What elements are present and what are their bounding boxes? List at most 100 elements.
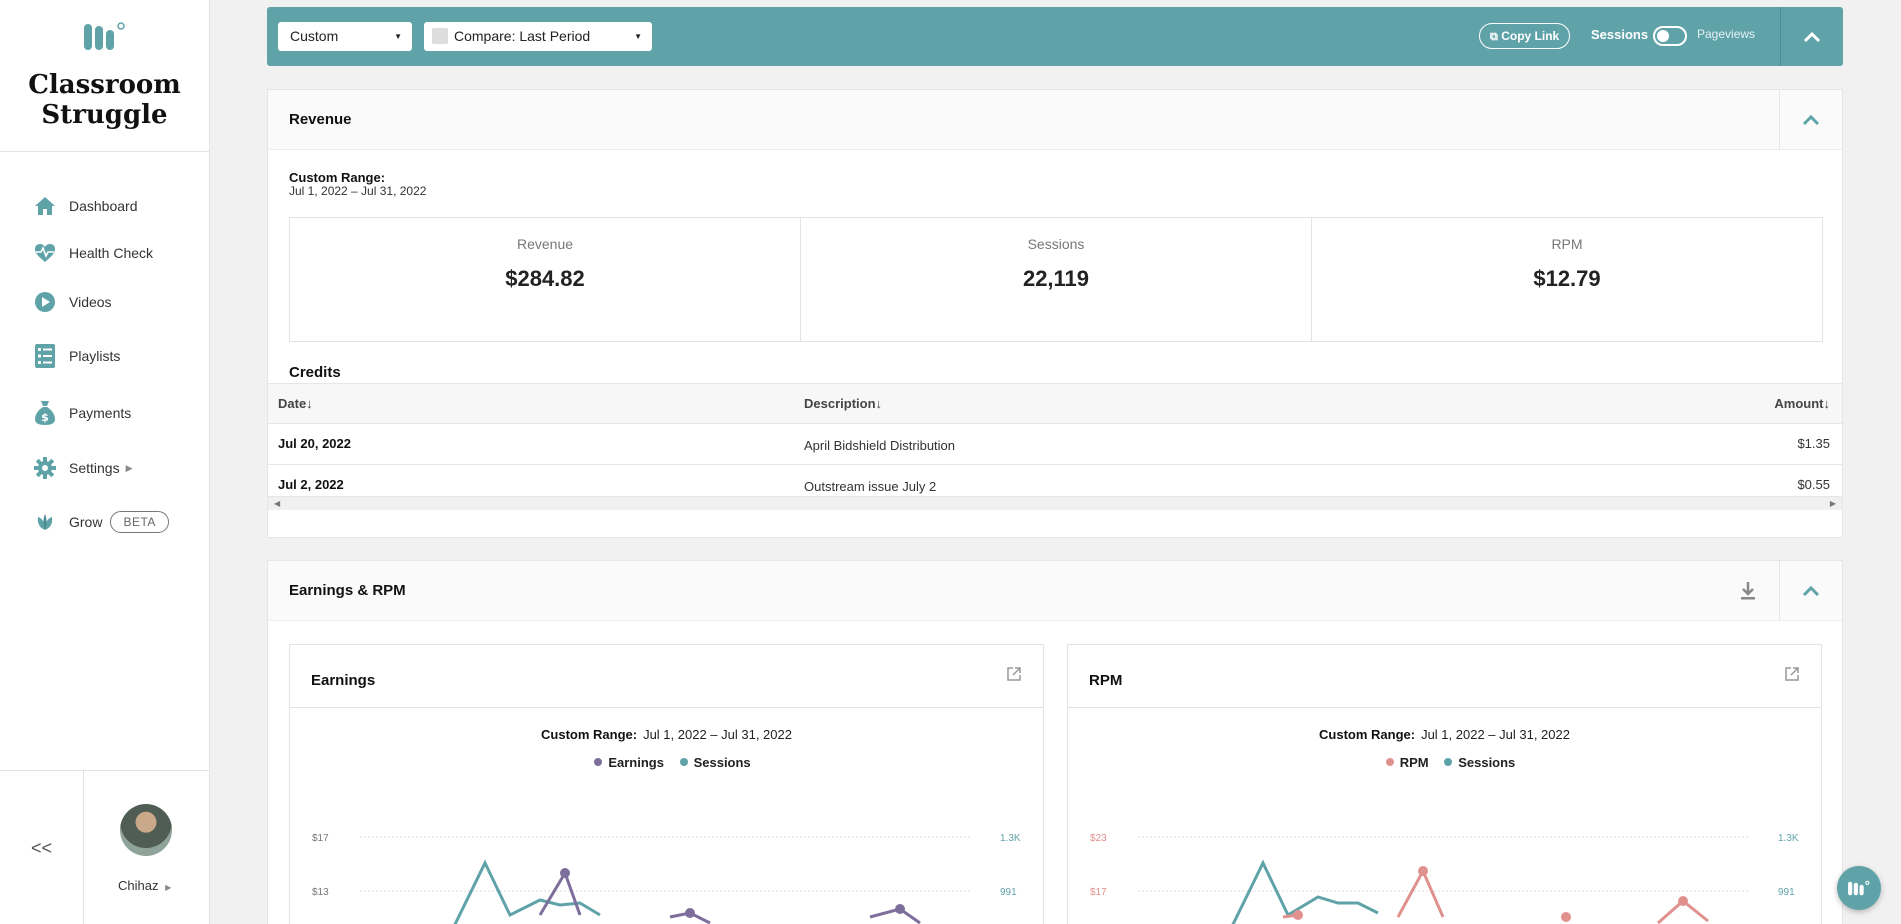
stat-label: Sessions: [1027, 236, 1085, 252]
chevron-right-icon: ▶: [125, 462, 133, 473]
copy-link-label: Copy Link: [1501, 29, 1560, 43]
svg-text:$: $: [41, 411, 49, 424]
y-tick-right: 991: [1000, 887, 1017, 898]
legend-label-earnings[interactable]: Earnings: [608, 755, 664, 770]
sidebar-item-payments[interactable]: $ Payments: [0, 401, 209, 425]
scroll-right-icon[interactable]: ▶: [1830, 499, 1836, 508]
date-range-select[interactable]: Custom ▼: [278, 22, 412, 51]
legend-label-rpm[interactable]: RPM: [1400, 755, 1429, 770]
earnings-line: [538, 869, 582, 916]
column-header-amount[interactable]: Amount↓: [1774, 396, 1830, 411]
earnings-chart-plot: $17 $13 1.3K 991: [312, 833, 1021, 924]
beta-badge: BETA: [110, 511, 169, 533]
chevron-up-icon: [1802, 585, 1820, 597]
legend-dot-rpm: [1385, 758, 1394, 766]
sessions-pageviews-toggle[interactable]: [1653, 26, 1687, 46]
sidebar-nav: Dashboard Health Check Videos Playlists …: [0, 194, 209, 534]
table-horizontal-scrollbar[interactable]: ◀ ▶: [268, 496, 1842, 510]
caret-down-icon: ▼: [634, 32, 642, 41]
compare-value: Compare: Last Period: [454, 28, 591, 44]
revenue-range-value: Jul 1, 2022 – Jul 31, 2022: [289, 184, 427, 198]
user-name: Chihaz: [118, 878, 159, 893]
revenue-card-header: Revenue: [268, 90, 1842, 150]
rpm-point[interactable]: [1293, 910, 1303, 920]
open-external-icon[interactable]: [1785, 667, 1799, 686]
legend-label-sessions[interactable]: Sessions: [694, 755, 751, 770]
compare-select[interactable]: Compare: Last Period ▼: [424, 22, 652, 51]
earnings-chart-title: Earnings: [311, 672, 376, 689]
stat-sessions: Sessions 22,119: [801, 218, 1312, 341]
rpm-point[interactable]: [1418, 866, 1428, 876]
rpm-chart-range: Custom Range: Jul 1, 2022 – Jul 31, 2022: [1068, 727, 1821, 742]
y-tick-left: $13: [312, 887, 329, 898]
sessions-toggle-label: Sessions: [1591, 27, 1649, 42]
revenue-range-label: Custom Range:: [289, 170, 386, 185]
legend-dot-sessions: [679, 758, 688, 766]
stat-value: 22,119: [1022, 266, 1090, 291]
sidebar-item-settings[interactable]: Settings ▶: [0, 456, 209, 480]
collapse-sidebar-button[interactable]: <<: [0, 771, 84, 924]
credits-table: Date↓ Description↓ Amount↓ Jul 20, 2022 …: [268, 383, 1842, 505]
avatar[interactable]: [120, 804, 172, 856]
brand: Classroom Struggle: [0, 0, 209, 152]
y-tick-left: $17: [312, 833, 329, 844]
compare-checkbox[interactable]: [432, 28, 448, 44]
pageviews-toggle-label: Pageviews: [1697, 27, 1756, 41]
table-header-row: Date↓ Description↓ Amount↓: [268, 383, 1842, 423]
chart-range-label: Custom Range:: [1319, 727, 1416, 742]
earnings-point[interactable]: [560, 868, 570, 878]
y-tick-left: $23: [1090, 833, 1107, 844]
earnings-point[interactable]: [895, 904, 905, 914]
rpm-line: [1396, 867, 1445, 918]
stat-revenue: Revenue $284.82: [290, 218, 801, 341]
brand-name: Classroom Struggle: [0, 70, 209, 130]
rpm-point[interactable]: [1678, 896, 1688, 906]
open-external-icon[interactable]: [1007, 667, 1021, 686]
sidebar-item-videos[interactable]: Videos: [0, 290, 209, 314]
chevron-up-icon: [1803, 31, 1821, 42]
collapse-revenue-button[interactable]: [1779, 90, 1842, 150]
earnings-rpm-card-header: Earnings & RPM: [268, 561, 1842, 621]
sidebar-footer: << Chihaz ▶: [0, 770, 210, 924]
sidebar-item-grow[interactable]: Grow BETA: [0, 510, 209, 534]
playlist-icon: [33, 344, 57, 368]
y-tick-right: 991: [1778, 887, 1795, 898]
legend-label-sessions[interactable]: Sessions: [1458, 755, 1515, 770]
sidebar-item-playlists[interactable]: Playlists: [0, 344, 209, 368]
credit-date: Jul 20, 2022: [278, 436, 351, 451]
scroll-left-icon[interactable]: ◀: [274, 499, 280, 508]
sidebar-item-label: Videos: [69, 294, 112, 310]
download-icon[interactable]: [1740, 581, 1756, 606]
earnings-chart-legend: Earnings Sessions: [290, 755, 1043, 770]
rpm-chart-plot: $23 $17 1.3K 991: [1090, 833, 1799, 924]
collapse-toolbar-button[interactable]: [1780, 7, 1843, 66]
credit-amount: $1.35: [1797, 436, 1830, 451]
user-menu[interactable]: Chihaz ▶: [118, 878, 171, 893]
sidebar-item-label: Playlists: [69, 348, 121, 364]
column-header-date[interactable]: Date↓: [278, 396, 313, 411]
earnings-line: [869, 907, 921, 924]
y-tick-right: 1.3K: [1000, 833, 1021, 844]
copy-link-button[interactable]: ⧉ Copy Link: [1479, 23, 1571, 49]
stat-value: $284.82: [505, 266, 585, 291]
earnings-chart-header: Earnings: [290, 645, 1043, 708]
earnings-point[interactable]: [685, 908, 695, 918]
sidebar-item-dashboard[interactable]: Dashboard: [0, 194, 209, 218]
stat-label: Revenue: [516, 236, 574, 252]
help-chat-button[interactable]: [1837, 866, 1881, 910]
credit-description: April Bidshield Distribution: [804, 438, 956, 453]
sidebar: Classroom Struggle Dashboard Health Chec…: [0, 0, 210, 924]
sidebar-item-label: Payments: [69, 405, 132, 421]
rpm-point[interactable]: [1561, 912, 1571, 922]
credit-amount: $0.55: [1797, 477, 1830, 492]
sidebar-item-health-check[interactable]: Health Check: [0, 241, 209, 265]
revenue-title: Revenue: [289, 111, 352, 128]
home-icon: [33, 194, 57, 218]
stat-rpm: RPM $12.79: [1312, 218, 1822, 341]
column-header-description[interactable]: Description↓: [804, 396, 882, 411]
sidebar-item-label: Grow: [69, 514, 103, 530]
stat-label: RPM: [1551, 236, 1583, 252]
collapse-earnings-button[interactable]: [1779, 561, 1842, 621]
brand-name-line2: Struggle: [41, 100, 168, 130]
heart-pulse-icon: [33, 241, 57, 265]
